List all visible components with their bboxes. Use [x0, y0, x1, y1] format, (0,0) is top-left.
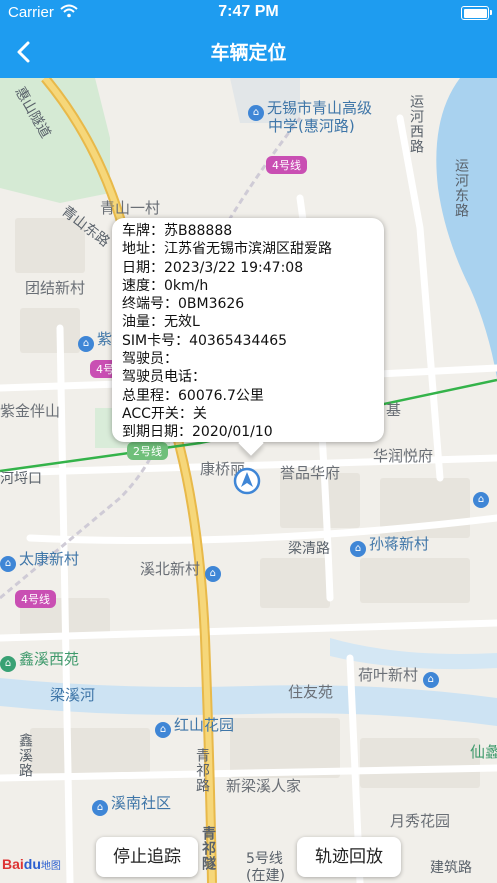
- info-row-date: 日期：2023/3/22 19:47:08: [122, 259, 304, 276]
- map-label-liangqing-road: 梁清路: [288, 541, 330, 557]
- sunjiang-text: 孙蒋新村: [369, 535, 430, 553]
- map-label-qingqi-tunnel: 青祁隧: [200, 826, 216, 871]
- map-view[interactable]: ⌂ 无锡市青山高级 中学(惠河路) 4号线 4号线 4号线 2号线 青山一村 青山…: [0, 78, 497, 883]
- map-label-xibei: 溪北新村 ⌂: [140, 558, 224, 582]
- info-row-driver-phone: 驾驶员电话：: [122, 369, 206, 386]
- map-label-zi: ⌂ 紫: [78, 328, 112, 352]
- metro-line-4-badge: 4号线: [15, 590, 56, 608]
- heye-text: 荷叶新村: [358, 666, 419, 684]
- track-playback-button[interactable]: 轨迹回放: [297, 837, 401, 877]
- poi-icon: ⌂: [350, 541, 366, 557]
- xibei-text: 溪北新村: [140, 560, 201, 578]
- poi-icon: ⌂: [0, 656, 16, 672]
- poi-marker: ⌂: [473, 486, 492, 508]
- info-row-mileage: 总里程：60076.7公里: [122, 387, 264, 404]
- poi-icon: ⌂: [78, 336, 94, 352]
- map-label-metro5-sub: (在建): [246, 868, 285, 883]
- poi-icon: ⌂: [422, 672, 439, 688]
- info-row-acc: ACC开关：关: [122, 405, 207, 422]
- map-label-jianzhu-road: 建筑路: [430, 860, 472, 876]
- vehicle-info-popup: 车牌：苏B88888 地址：江苏省无锡市滨湖区甜爱路 日期：2023/3/22 …: [112, 218, 384, 456]
- vehicle-info-list: 车牌：苏B88888 地址：江苏省无锡市滨湖区甜爱路 日期：2023/3/22 …: [122, 222, 332, 442]
- logo-brand-paw: du: [23, 856, 41, 872]
- map-label-qingqi-road: 青祁路: [194, 748, 210, 793]
- map-label-tuanjie: 团结新村: [25, 279, 86, 297]
- info-row-plate: 车牌：苏B88888: [122, 223, 233, 239]
- info-row-sim: SIM卡号：40365434465: [122, 332, 288, 349]
- poi-icon: ⌂: [204, 566, 221, 582]
- info-row-speed: 速度：0km/h: [122, 277, 209, 294]
- map-label-yuexiu: 月秀花园: [390, 812, 451, 830]
- info-row-terminal: 终端号：0BM3626: [122, 296, 245, 313]
- info-row-expiry: 到期日期：2020/01/10: [122, 424, 273, 441]
- school-poi-icon: ⌂: [248, 105, 264, 121]
- zi-text: 紫: [97, 330, 113, 348]
- info-row-fuel: 油量：无效L: [122, 314, 200, 331]
- poi-icon: ⌂: [155, 722, 171, 738]
- logo-sub: 地图: [40, 861, 61, 872]
- map-label-heye: 荷叶新村 ⌂: [358, 664, 442, 688]
- metro-line-4-badge: 4号线: [266, 156, 307, 174]
- map-label-hongshan: ⌂ 红山花园: [155, 714, 234, 738]
- xinxi-west-text: 鑫溪西苑: [19, 650, 80, 668]
- map-label-zijin: 紫金伴山: [0, 402, 61, 420]
- baidu-map-logo: Baidu地图: [2, 856, 61, 872]
- map-label-huarun: 华润悦府: [373, 447, 434, 465]
- xinan-text: 溪南社区: [111, 794, 172, 812]
- map-label-sunjiang: ⌂ 孙蒋新村: [350, 533, 429, 557]
- map-label-yunhe-west-road: 运河西路: [408, 94, 424, 154]
- page-title: 车辆定位: [210, 42, 287, 64]
- map-label-xinxi-road: 鑫溪路: [17, 733, 33, 778]
- poi-icon: ⌂: [92, 800, 108, 816]
- vehicle-location-icon[interactable]: [232, 466, 262, 496]
- map-label-heping: 河埒口: [0, 471, 42, 487]
- map-label-qingshan-yicun: 青山一村: [100, 199, 161, 217]
- screen: Carrier 7:47 PM 车辆定位 ⌂ 无锡市青山高级 中学(惠河路) 4…: [0, 0, 497, 883]
- map-label-yupin: 誉品华府: [280, 464, 341, 482]
- info-row-address: 地址：江苏省无锡市滨湖区甜爱路: [122, 241, 332, 258]
- map-label-zhuyou: 住友苑: [288, 683, 334, 701]
- nav-bar: 车辆定位: [0, 26, 497, 78]
- hongshan-text: 红山花园: [174, 716, 235, 734]
- status-bar: Carrier 7:47 PM: [0, 0, 497, 26]
- taikang-text: 太康新村: [19, 550, 80, 568]
- info-row-driver: 驾驶员：: [122, 351, 178, 368]
- map-label-xian: 仙蠡: [470, 743, 497, 761]
- map-label-xinxi-west: ⌂ 鑫溪西苑: [0, 648, 79, 672]
- poi-icon: ⌂: [0, 556, 16, 572]
- map-label-yunhe-east-road: 运河东路: [453, 158, 469, 218]
- stop-tracking-button[interactable]: 停止追踪: [96, 837, 198, 877]
- map-label-school-line2: 中学(惠河路): [268, 117, 355, 135]
- metro-line-2-badge: 2号线: [127, 442, 168, 460]
- battery-icon: [461, 6, 492, 20]
- map-label-xinliangxi: 新梁溪人家: [226, 777, 302, 795]
- poi-icon: ⌂: [473, 492, 489, 508]
- map-label-xinan: ⌂ 溪南社区: [92, 792, 171, 816]
- clock: 7:47 PM: [218, 3, 279, 20]
- logo-brand: Bai: [2, 856, 24, 872]
- map-label-ji: 基: [386, 401, 402, 419]
- map-label-taikang: ⌂ 太康新村: [0, 548, 79, 572]
- map-label-liangxi-river: 梁溪河: [50, 686, 96, 704]
